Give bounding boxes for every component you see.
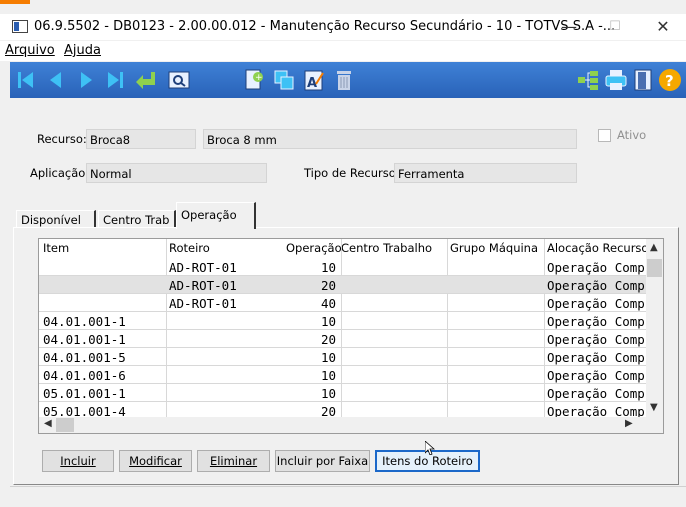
table-row[interactable]: 04.01.001-1 10 Operação Comp (39, 312, 647, 330)
recurso-code-field[interactable]: Broca8 (86, 129, 196, 149)
table-cell-alocacao: Operação Comp (547, 278, 645, 293)
vertical-scrollbar[interactable]: ▲ ▼ (646, 239, 663, 418)
incluir-por-faixa-button[interactable]: Incluir por Faixa (275, 450, 370, 472)
column-header-roteiro[interactable]: Roteiro (169, 241, 210, 255)
table-cell-roteiro: AD-ROT-01 (169, 260, 237, 275)
table-row[interactable]: 04.01.001-6 10 Operação Comp (39, 366, 647, 384)
scroll-down-icon[interactable]: ▼ (650, 402, 658, 413)
next-record-icon[interactable] (74, 68, 98, 92)
ativo-label: Ativo (617, 128, 647, 142)
app-icon (12, 20, 28, 33)
tipo-recurso-field[interactable]: Ferramenta (394, 163, 577, 183)
table-cell-operacao: 20 (320, 332, 336, 347)
table-cell-alocacao: Operação Comp (547, 296, 645, 311)
modificar-label: Modificar (129, 454, 182, 468)
table-cell-operacao: 10 (320, 260, 336, 275)
table-row[interactable]: AD-ROT-01 20 Operação Comp (39, 276, 647, 294)
copy-icon[interactable] (272, 68, 296, 92)
eliminar-button[interactable]: Eliminar (197, 450, 270, 472)
table-cell-operacao: 10 (320, 368, 336, 383)
table-cell-operacao: 40 (320, 296, 336, 311)
table-row[interactable]: AD-ROT-01 40 Operação Comp (39, 294, 647, 312)
tab-disponivel[interactable]: Disponível (16, 210, 96, 228)
horizontal-scroll-thumb[interactable] (56, 418, 74, 432)
table-cell-operacao: 20 (320, 278, 336, 293)
application-window: 06.9.5502 - DB0123 - 2.00.00.012 - Manut… (0, 0, 686, 507)
window-title: 06.9.5502 - DB0123 - 2.00.00.012 - Manut… (34, 19, 616, 34)
table-cell-item: 04.01.001-1 (43, 332, 126, 347)
table-cell-item: 04.01.001-5 (43, 350, 126, 365)
first-record-icon[interactable] (14, 68, 38, 92)
aplicacao-label: Aplicação: (30, 166, 90, 180)
table-cell-item: 04.01.001-1 (43, 314, 126, 329)
incluir-button[interactable]: Incluir (42, 450, 114, 472)
table-cell-alocacao: Operação Comp (547, 386, 645, 401)
aplicacao-field[interactable]: Normal (86, 163, 267, 183)
table-cell-alocacao: Operação Comp (547, 350, 645, 365)
recurso-description-field[interactable]: Broca 8 mm (203, 129, 577, 149)
close-button[interactable]: ✕ (640, 14, 686, 40)
menu-ajuda[interactable]: Ajuda (64, 43, 101, 58)
status-bar (10, 486, 686, 507)
title-bar: 06.9.5502 - DB0123 - 2.00.00.012 - Manut… (0, 14, 686, 40)
operations-grid[interactable]: Item Roteiro Operação Centro Trabalho Gr… (38, 238, 664, 434)
print-icon[interactable] (604, 68, 628, 92)
ativo-checkbox[interactable] (598, 129, 611, 142)
table-row[interactable]: AD-ROT-01 10 Operação Comp (39, 258, 647, 276)
table-cell-alocacao: Operação Comp (547, 368, 645, 383)
table-cell-operacao: 10 (320, 386, 336, 401)
table-cell-roteiro: AD-ROT-01 (169, 278, 237, 293)
new-record-icon[interactable]: + (242, 68, 266, 92)
vertical-scroll-thumb[interactable] (647, 259, 662, 277)
help-icon[interactable]: ? (658, 68, 682, 92)
tipo-recurso-label: Tipo de Recurso: (304, 166, 400, 180)
table-cell-alocacao: Operação Comp (547, 260, 645, 275)
table-cell-item: 04.01.001-6 (43, 368, 126, 383)
modificar-button[interactable]: Modificar (119, 450, 192, 472)
horizontal-scrollbar[interactable]: ◀ ▶ (39, 417, 663, 433)
scroll-left-icon[interactable]: ◀ (44, 418, 52, 429)
menu-arquivo[interactable]: Arquivo (5, 43, 55, 58)
table-cell-operacao: 10 (320, 350, 336, 365)
exit-icon[interactable] (631, 68, 655, 92)
column-header-operacao[interactable]: Operação (286, 241, 342, 255)
table-row[interactable]: 04.01.001-1 20 Operação Comp (39, 330, 647, 348)
table-cell-item: 05.01.001-1 (43, 386, 126, 401)
delete-icon[interactable] (332, 68, 356, 92)
tree-icon[interactable] (576, 68, 600, 92)
previous-record-icon[interactable] (44, 68, 68, 92)
last-record-icon[interactable] (103, 68, 127, 92)
scroll-up-icon[interactable]: ▲ (650, 242, 658, 253)
tab-operacao[interactable]: Operação (176, 202, 256, 229)
form-area: Recurso: Broca8 Broca 8 mm Ativo Aplicaç… (10, 98, 686, 486)
minimize-button[interactable]: — (546, 14, 592, 40)
svg-text:+: + (255, 73, 263, 83)
incluir-label: Incluir (60, 454, 96, 468)
table-row[interactable]: 05.01.001-1 10 Operação Comp (39, 384, 647, 402)
column-header-item[interactable]: Item (43, 241, 69, 255)
tab-strip: Disponível Centro Trab Operação (10, 200, 686, 229)
maximize-button[interactable]: ☐ (592, 14, 638, 40)
grid-header: Item Roteiro Operação Centro Trabalho Gr… (39, 239, 663, 258)
column-header-grupo-maquina[interactable]: Grupo Máquina (450, 241, 538, 255)
accent-bar (0, 0, 30, 4)
column-header-centro-trabalho[interactable]: Centro Trabalho (341, 241, 432, 255)
table-row[interactable]: 04.01.001-5 10 Operação Comp (39, 348, 647, 366)
scroll-right-icon[interactable]: ▶ (625, 418, 633, 429)
mouse-cursor-icon (425, 441, 435, 455)
search-icon[interactable] (167, 68, 191, 92)
table-cell-operacao: 10 (320, 314, 336, 329)
eliminar-label: Eliminar (209, 454, 258, 468)
tab-centro-trab[interactable]: Centro Trab (98, 210, 176, 228)
recurso-label: Recurso: (37, 132, 87, 146)
table-cell-alocacao: Operação Comp (547, 314, 645, 329)
table-cell-roteiro: AD-ROT-01 (169, 296, 237, 311)
column-header-alocacao-recurso[interactable]: Alocação Recurso (547, 241, 648, 255)
menu-bar: Arquivo Ajuda (0, 41, 686, 61)
edit-icon[interactable]: A (302, 68, 326, 92)
return-icon[interactable] (134, 68, 158, 92)
svg-text:?: ? (665, 72, 674, 90)
table-cell-alocacao: Operação Comp (547, 332, 645, 347)
toolbar: + A ? (10, 62, 686, 98)
